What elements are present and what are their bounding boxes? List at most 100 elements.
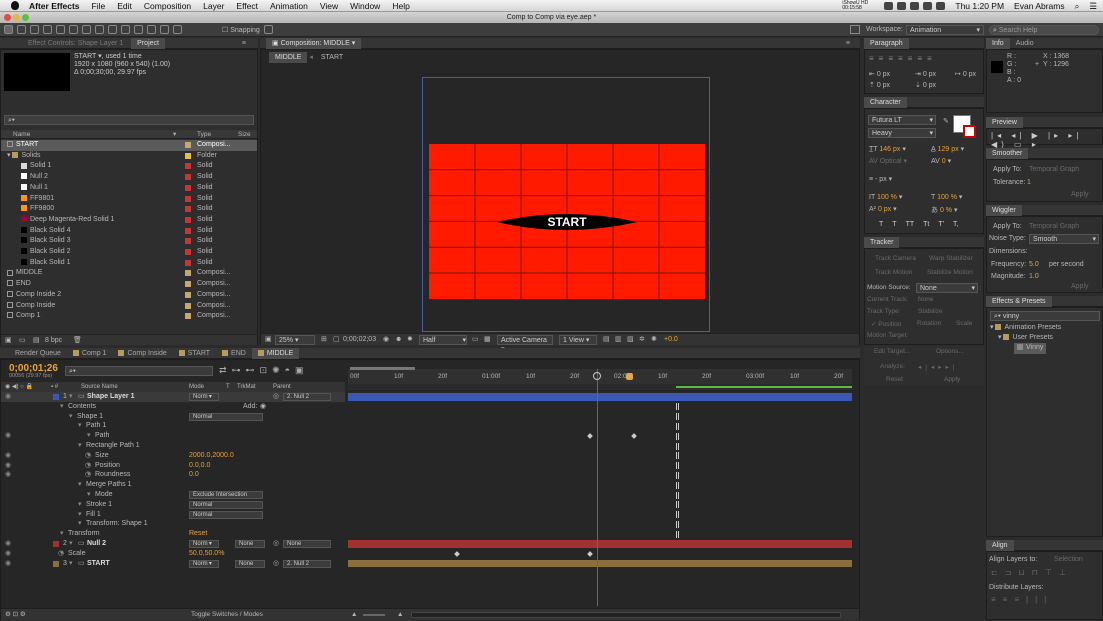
timeline-tab[interactable]: END (216, 348, 252, 359)
rectangle-tool-icon[interactable] (82, 25, 91, 34)
disclosure-triangle-icon[interactable]: ▾ (60, 529, 64, 539)
workspace-select[interactable]: Animation ▾ (906, 25, 984, 35)
project-search-input[interactable]: ⌕▾ (4, 115, 254, 125)
fast-previews-icon[interactable]: ▥ (615, 334, 622, 346)
search-help-input[interactable]: ⌕ Search Help (989, 25, 1099, 35)
preview-controls[interactable]: |◂ ◂| ▶ |▸ ▸| ◀) ▭ ▸ (991, 131, 1102, 149)
project-item[interactable]: Black Solid 3 Solid (1, 236, 257, 247)
toggle-switches-modes-button[interactable]: Toggle Switches / Modes (191, 609, 263, 621)
char-style-button[interactable]: T' (938, 221, 944, 228)
property-row[interactable]: ◉ ▾ Position 0.0,0.0 ◷ (1, 461, 345, 471)
eraser-tool-icon[interactable] (147, 25, 156, 34)
warp-stabilizer-button[interactable]: Warp Stabilizer (929, 255, 973, 262)
menu-file[interactable]: File (92, 1, 106, 11)
timeline-tab[interactable]: Comp 1 (67, 348, 113, 359)
workspace-icon[interactable] (850, 25, 860, 34)
tsume[interactable]: あ 0 % ▾ (931, 205, 957, 215)
stroke-width[interactable]: ≡ - px ▾ (869, 175, 892, 183)
timeline-tab[interactable]: Render Queue (0, 348, 67, 359)
snapping-checkbox[interactable]: ☐ Snapping (222, 26, 260, 34)
menu-composition[interactable]: Composition (144, 1, 191, 11)
disclosure-triangle-icon[interactable]: ▾ (87, 490, 91, 500)
eye-icon[interactable]: ◉ (5, 431, 11, 441)
show-snapshot-icon[interactable]: ☻ (395, 334, 402, 346)
edit-target-button[interactable]: Edit Target... (874, 348, 910, 355)
disclosure-triangle-icon[interactable]: ▾ (69, 539, 73, 549)
project-item[interactable]: START Composi... (1, 140, 257, 151)
pick-whip-icon[interactable]: ◎ (273, 539, 279, 549)
tab-info[interactable]: Info (986, 38, 1010, 49)
layer-label-color[interactable] (53, 560, 59, 567)
horizontal-scale[interactable]: T 100 % ▾ (931, 193, 962, 201)
close-window-button[interactable] (4, 14, 11, 21)
char-style-button[interactable]: Tt (923, 221, 929, 228)
smoother-apply-to-select[interactable]: Temporal Graph (1029, 166, 1079, 173)
scale-checkbox[interactable]: Scale (956, 320, 972, 327)
keyframe-icon[interactable] (587, 433, 593, 440)
keyframe-icon[interactable] (587, 550, 593, 557)
disclosure-triangle-icon[interactable]: ▾ (87, 431, 91, 441)
project-item[interactable]: FF9801 Solid (1, 194, 257, 205)
mode-select[interactable]: Normal (189, 500, 263, 509)
hand-tool-icon[interactable] (17, 25, 26, 34)
project-item[interactable]: Deep Magenta-Red Solid 1 Solid (1, 215, 257, 226)
distribute-buttons[interactable]: ≡≡≡||| (991, 595, 1053, 604)
puppet-tool-icon[interactable] (173, 25, 182, 34)
tracking[interactable]: AV 0 ▾ (931, 157, 951, 165)
tab-project[interactable]: Project (131, 38, 165, 49)
disclosure-triangle-icon[interactable]: ▾ (60, 402, 64, 412)
minimize-window-button[interactable] (13, 14, 20, 21)
horizontal-scrollbar[interactable] (411, 612, 841, 618)
magnitude-value[interactable]: 1.0 (1029, 273, 1039, 280)
transparency-grid-icon[interactable]: ▦ (484, 334, 491, 346)
tree-user-presets[interactable]: ▾ User Presets (998, 333, 1053, 344)
keyframe-icon[interactable] (454, 550, 460, 557)
kerning[interactable]: AV Optical ▾ (869, 157, 907, 165)
font-size[interactable]: T̲T 146 px ▾ (869, 145, 906, 153)
parent-select[interactable]: None (283, 540, 331, 548)
eye-icon[interactable]: ◉ (5, 539, 11, 549)
add-button[interactable]: Add: (243, 402, 257, 412)
char-style-button[interactable]: T (892, 221, 896, 228)
project-item[interactable]: Black Solid 2 Solid (1, 247, 257, 258)
footer-icons[interactable]: ⚙ ⊡ ⚙ (5, 609, 26, 621)
mode-select[interactable]: Exclude Intersection (189, 491, 263, 499)
pen-tool-icon[interactable] (95, 25, 104, 34)
layer-row[interactable]: ◉ 1 ▾ ▭ Shape Layer 1 Norm ▾ ◎ 2. Null 2 (1, 392, 345, 402)
project-item[interactable]: Comp Inside Composi... (1, 301, 257, 312)
battery-icon[interactable] (936, 2, 946, 10)
indent-first[interactable]: ↦ 0 px (955, 70, 976, 78)
keyframe-icon[interactable] (631, 433, 637, 440)
property-row[interactable]: ▾ Mode Exclude Intersection (1, 490, 345, 500)
comp-viewer[interactable]: START (429, 144, 705, 299)
menu-effect[interactable]: Effect (236, 1, 258, 11)
font-family-select[interactable]: Futura LT ▾ (868, 115, 936, 125)
playhead[interactable] (597, 369, 598, 606)
layer-row[interactable]: ◉ 3 ▾ ▭ START Norm ▾ None ◎ 2. Null 2 (1, 559, 345, 569)
property-row[interactable]: ◉ ▾ Scale 50.0,50.0% ◷ (1, 549, 345, 559)
tree-animation-presets[interactable]: ▾ Animation Presets (990, 323, 1061, 334)
safe-zones-icon[interactable]: ⊞ (321, 334, 327, 346)
align-buttons[interactable]: ⊏⊐⊔⊓⊤⊥ (991, 568, 1073, 577)
property-row[interactable]: ▾ Contents Add: ◉ (1, 402, 345, 412)
menu-animation[interactable]: Animation (270, 1, 308, 11)
new-folder-icon[interactable]: ▭ (19, 335, 26, 346)
disclosure-triangle-icon[interactable]: ▾ (78, 519, 82, 529)
effects-search-input[interactable]: ⌕▾ vinny (990, 311, 1100, 321)
column-name[interactable]: Name (13, 130, 30, 139)
tab-paragraph[interactable]: Paragraph (864, 38, 909, 49)
menu-app-name[interactable]: After Effects (29, 1, 80, 11)
comp-timecode[interactable]: 0;00;02;03 (343, 334, 376, 346)
region-of-interest-icon[interactable]: ▭ (472, 334, 479, 346)
track-camera-button[interactable]: Track Camera (875, 255, 916, 262)
bluetooth-icon[interactable] (897, 2, 907, 10)
snapshot-icon[interactable]: ◉ (383, 334, 389, 346)
playhead-handle[interactable] (593, 372, 601, 380)
clock[interactable]: Thu 1:20 PM (955, 1, 1004, 11)
magnification-select[interactable]: 25% ▾ (275, 335, 315, 345)
property-row[interactable]: ▾ Merge Paths 1 (1, 480, 345, 490)
mask-visibility-icon[interactable]: ▢ (333, 334, 340, 346)
trkmat-select[interactable]: None (235, 559, 265, 568)
stroke-color-swatch[interactable] (963, 125, 976, 138)
sort-icon[interactable]: ▾ (173, 130, 176, 139)
